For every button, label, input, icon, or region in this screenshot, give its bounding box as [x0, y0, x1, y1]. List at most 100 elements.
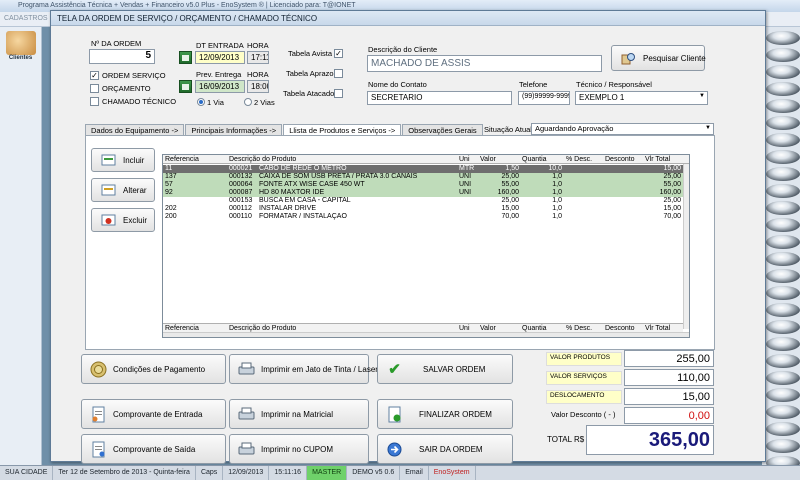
chamado-tecnico-checkbox[interactable] [90, 97, 99, 106]
wallpaper-pill [766, 269, 800, 283]
foot-vlr-total: Vlr Total [645, 325, 671, 332]
col-vlr-total[interactable]: Vlr Total [645, 156, 670, 163]
contato-field[interactable]: SECRETARIO [367, 91, 512, 105]
col-uni[interactable]: Uni [459, 156, 470, 163]
telefone-field[interactable]: (99)99999-9999 [518, 91, 570, 105]
checkmark-icon: ✔ [388, 361, 401, 378]
table-row[interactable]: 137 000132 CAIXA DE SOM USB PRETA / PRATA … [163, 173, 683, 181]
cliente-field[interactable]: MACHADO DE ASSIS [367, 55, 602, 72]
one-via-radio[interactable] [197, 98, 205, 106]
chevron-down-icon[interactable]: ▼ [705, 125, 711, 131]
comprovante-saida-button[interactable]: Comprovante de Saída [81, 434, 226, 464]
imprimir-matricial-button[interactable]: Imprimir na Matricial [229, 399, 369, 429]
col-desconto[interactable]: Desconto [605, 156, 635, 163]
order-number-field[interactable]: 5 [89, 49, 155, 64]
deslocamento-field[interactable]: 15,00 [624, 388, 714, 405]
comprovante-entrada-button[interactable]: Comprovante de Entrada [81, 399, 226, 429]
orcamento-checkbox[interactable] [90, 84, 99, 93]
imprimir-jato-button[interactable]: Imprimir em Jato de Tinta / Laser [229, 354, 378, 384]
pesquisar-cliente-label: Pesquisar Cliente [643, 53, 706, 63]
col-quantia[interactable]: Quantia [522, 156, 547, 163]
salvar-ordem-button[interactable]: ✔ SALVAR ORDEM [377, 354, 513, 384]
wallpaper-pill [766, 31, 800, 45]
cell-total: 55,00 [663, 181, 681, 188]
tabela-avista-checkbox[interactable]: ✓ [334, 49, 343, 58]
table-row[interactable]: 92 000087 HD 80 MAXTOR IDE UNI 160,00 1,0 160,… [163, 189, 683, 197]
cliente-label: Descrição do Cliente [368, 45, 438, 54]
cell-uni: UNI [459, 181, 472, 188]
cell-ref: 57 [165, 181, 173, 188]
wallpaper-pill [766, 201, 800, 215]
situacao-select[interactable]: Aguardando Aprovação ▼ [531, 123, 714, 135]
calendar-icon[interactable] [179, 51, 192, 64]
comprovante-entrada-label: Comprovante de Entrada [113, 409, 203, 419]
menu-cadastros[interactable]: CADASTROS [4, 15, 48, 22]
grid-vertical-scrollbar[interactable] [683, 164, 689, 329]
prev-entrega-field[interactable]: 16/09/2013 [195, 80, 245, 93]
wallpaper-pill [766, 456, 800, 465]
alterar-button[interactable]: Alterar [91, 178, 155, 202]
valor-desconto-field[interactable]: 0,00 [624, 407, 714, 424]
cell-desc: BUSCA EM CASA - CAPITAL [259, 197, 351, 204]
incluir-button[interactable]: Incluir [91, 148, 155, 172]
calendar-icon[interactable] [179, 80, 192, 93]
cell-valor: 55,00 [501, 181, 519, 188]
col-valor[interactable]: Valor [480, 156, 496, 163]
table-row[interactable]: 11 000021 CABO DE REDE O METRO MTR 1,50 10,0 1… [163, 165, 683, 173]
edit-item-icon [100, 183, 117, 198]
valor-servicos-field[interactable]: 110,00 [624, 369, 714, 386]
condicoes-pagamento-button[interactable]: Condições de Pagamento [81, 354, 226, 384]
status-date: 12/09/2013 [223, 466, 270, 480]
table-row[interactable]: 57 000064 FONTE ATX WISE CASE 450 WT UNI 55,… [163, 181, 683, 189]
valor-produtos-field[interactable]: 255,00 [624, 350, 714, 367]
chevron-down-icon[interactable]: ▼ [699, 93, 705, 99]
table-row[interactable]: 200 000110 FORMATAR / INSTALAÇÃO 70,00 1,0 70… [163, 213, 683, 221]
excluir-button[interactable]: Excluir [91, 208, 155, 232]
valor-produtos-label: VALOR PRODUTOS [546, 352, 622, 366]
clients-icon[interactable] [5, 31, 36, 55]
cell-uni: UNI [459, 173, 472, 180]
sair-ordem-button[interactable]: SAIR DA ORDEM [377, 434, 513, 464]
col-descricao[interactable]: Descrição do Produto [229, 156, 296, 163]
search-client-icon [620, 51, 637, 66]
tabela-aprazo-checkbox[interactable] [334, 69, 343, 78]
dt-entrada-field[interactable]: 12/09/2013 [195, 51, 245, 64]
imprimir-cupom-button[interactable]: Imprimir no CUPOM [229, 434, 369, 464]
pesquisar-cliente-button[interactable]: Pesquisar Cliente [611, 45, 706, 71]
table-row[interactable]: 000153 BUSCA EM CASA - CAPITAL 25,00 1,0 25,… [163, 197, 683, 205]
hora-entrada-field[interactable]: 17:11 [247, 51, 269, 64]
col-pct-desc[interactable]: % Desc. [566, 156, 592, 163]
finalizar-ordem-button[interactable]: FINALIZAR ORDEM [377, 399, 513, 429]
tecnico-select[interactable]: EXEMPLO 1 ▼ [575, 91, 708, 105]
status-time: 15:11:16 [269, 466, 308, 480]
col-referencia[interactable]: Referencia [165, 156, 199, 163]
cell-total: 25,00 [663, 173, 681, 180]
cell-valor: 160,00 [497, 189, 519, 196]
ordem-servico-checkbox[interactable]: ✓ [90, 71, 99, 80]
wallpaper-pill [766, 405, 800, 419]
valor-desconto-label: Valor Desconto ( - ) [551, 410, 616, 419]
cell-desc: CABO DE REDE O METRO [259, 165, 347, 172]
cell-qtd: 1,0 [552, 197, 562, 204]
chamado-tecnico-label: CHAMADO TÉCNICO [102, 97, 177, 106]
wallpaper-pill [766, 65, 800, 79]
hora-entrega-field[interactable]: 18:00 [247, 80, 269, 93]
wallpaper-pill [766, 150, 800, 164]
foot-desconto: Desconto [605, 325, 635, 332]
grid-horizontal-scrollbar[interactable] [163, 332, 689, 337]
table-row[interactable]: 202 000112 INSTALAR DRIVE 15,00 1,0 15,00 [163, 205, 683, 213]
wallpaper-pill [766, 82, 800, 96]
tabela-avista-label: Tabela Avista [288, 49, 333, 58]
clients-label[interactable]: Clientes [0, 55, 41, 61]
status-email[interactable]: Email [400, 466, 429, 480]
status-user: MASTER [307, 466, 348, 480]
tabela-atacado-checkbox[interactable] [334, 89, 343, 98]
cell-total: 25,00 [663, 197, 681, 204]
wallpaper-pill [766, 354, 800, 368]
cell-code: 000132 [229, 173, 253, 180]
two-vias-radio[interactable] [244, 98, 252, 106]
products-grid[interactable]: Referencia Descrição do Produto Uni Valo… [162, 154, 690, 338]
condicoes-pagamento-label: Condições de Pagamento [113, 364, 206, 374]
cell-qtd: 1,0 [552, 173, 562, 180]
order-number-label: Nº DA ORDEM [91, 39, 142, 48]
